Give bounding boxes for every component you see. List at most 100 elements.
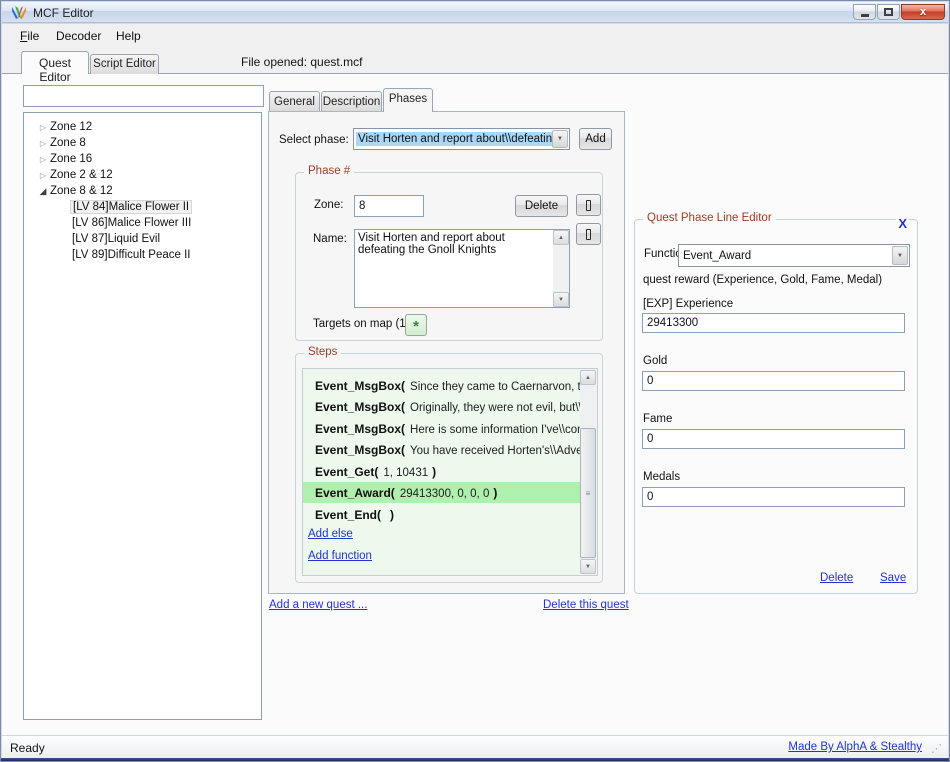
- window-title: MCF Editor: [33, 6, 94, 20]
- resize-grip-icon[interactable]: ⋰: [931, 742, 945, 756]
- close-button[interactable]: x: [901, 4, 945, 20]
- menu-file[interactable]: File: [14, 27, 45, 45]
- tree-item-quest[interactable]: [LV 87]Liquid Evil: [24, 231, 261, 247]
- chevron-down-icon[interactable]: ▼: [892, 246, 908, 265]
- scroll-up-icon[interactable]: ▲: [553, 230, 569, 245]
- steps-group: Steps Event_MsgBox(Since they came to Ca…: [295, 353, 603, 583]
- phase-move-down-button[interactable]: [576, 223, 601, 245]
- line-editor-title: Quest Phase Line Editor: [643, 212, 776, 224]
- experience-label: [EXP] Experience: [643, 298, 733, 310]
- medals-input[interactable]: [642, 487, 905, 507]
- tree-item-zone-2-12[interactable]: ▷Zone 2 & 12: [24, 167, 261, 183]
- quest-phase-line-editor: Quest Phase Line Editor X Function: Even…: [634, 219, 918, 594]
- experience-input[interactable]: [642, 313, 905, 333]
- phases-page: Select phase: Visit Horten and report ab…: [268, 111, 625, 594]
- tree-item-zone-8[interactable]: ▷Zone 8: [24, 135, 261, 151]
- tab-description[interactable]: Description: [321, 91, 382, 112]
- gold-input[interactable]: [642, 371, 905, 391]
- line-delete-link[interactable]: Delete: [820, 572, 853, 584]
- status-text: Ready: [10, 741, 45, 755]
- chevron-right-icon[interactable]: ▷: [38, 171, 48, 180]
- steps-group-title: Steps: [304, 346, 341, 358]
- targets-on-map-label: Targets on map (1): [313, 318, 410, 330]
- step-row[interactable]: Event_End(): [303, 504, 582, 525]
- add-new-quest-link[interactable]: Add a new quest ...: [269, 599, 367, 611]
- zone-input[interactable]: [354, 195, 424, 217]
- zone-label: Zone:: [314, 199, 343, 211]
- function-description: quest reward (Experience, Gold, Fame, Me…: [643, 274, 882, 286]
- add-else-link[interactable]: Add else: [308, 528, 353, 540]
- step-row-selected[interactable]: Event_Award(29413300, 0, 0, 0): [303, 482, 582, 503]
- function-combobox[interactable]: Event_Award ▼: [678, 244, 910, 267]
- step-row[interactable]: Event_MsgBox(Here is some information I'…: [303, 418, 582, 439]
- close-panel-icon[interactable]: X: [896, 216, 909, 231]
- delete-phase-button[interactable]: Delete: [515, 195, 568, 217]
- scroll-down-icon[interactable]: ▼: [580, 559, 596, 574]
- statusbar: Ready Made By AlphA & Stealthy ⋰: [2, 735, 948, 758]
- app-window: MCF Editor x File Decoder Help Quest Edi…: [0, 0, 950, 762]
- fame-label: Fame: [643, 413, 672, 425]
- phase-select-combobox[interactable]: Visit Horten and report about\\defeating…: [353, 128, 570, 150]
- function-value: Event_Award: [681, 249, 753, 263]
- scrollbar-thumb[interactable]: ≡: [580, 428, 596, 558]
- step-row[interactable]: Event_MsgBox(You have received Horten's\…: [303, 439, 582, 460]
- window-bottom-border: [1, 758, 949, 761]
- tab-script-editor[interactable]: Script Editor: [90, 54, 159, 74]
- tab-quest-editor[interactable]: Quest Editor: [21, 51, 89, 74]
- add-function-link[interactable]: Add function: [308, 550, 372, 562]
- chevron-right-icon[interactable]: ▷: [38, 123, 48, 132]
- minimize-button[interactable]: [853, 4, 876, 20]
- step-row[interactable]: Event_MsgBox(Since they came to Caernarv…: [303, 375, 582, 396]
- minimize-icon: [861, 14, 869, 17]
- chevron-expanded-icon[interactable]: ◢: [38, 186, 48, 197]
- maximize-button[interactable]: [877, 4, 900, 20]
- fame-input[interactable]: [642, 429, 905, 449]
- tab-phases[interactable]: Phases: [383, 88, 433, 112]
- quest-tree: ▷Zone 12 ▷Zone 8 ▷Zone 16 ▷Zone 2 & 12 ◢…: [23, 112, 262, 720]
- select-phase-label: Select phase:: [279, 134, 349, 146]
- scroll-down-icon[interactable]: ▼: [553, 292, 569, 307]
- phase-name-box: Visit Horten and report about defeating …: [354, 229, 570, 308]
- phase-group-title: Phase #: [304, 165, 354, 177]
- menubar: File Decoder Help: [2, 24, 948, 47]
- chevron-right-icon[interactable]: ▷: [38, 139, 48, 148]
- step-row[interactable]: Event_Get(1, 10431): [303, 461, 582, 482]
- credits-link[interactable]: Made By AlphA & Stealthy: [788, 741, 922, 753]
- delete-this-quest-link[interactable]: Delete this quest: [543, 599, 629, 611]
- step-row[interactable]: Event_MsgBox(Originally, they were not e…: [303, 396, 582, 417]
- scroll-up-icon[interactable]: ▲: [580, 370, 596, 385]
- phase-move-up-button[interactable]: [576, 194, 601, 216]
- tree-item-quest[interactable]: [LV 86]Malice Flower III: [24, 215, 261, 231]
- file-opened-text: File opened: quest.mcf: [241, 55, 362, 69]
- tree-item-zone-8-12[interactable]: ◢Zone 8 & 12: [24, 183, 261, 199]
- tree-item-zone-16[interactable]: ▷Zone 16: [24, 151, 261, 167]
- tab-general[interactable]: General: [269, 91, 320, 112]
- tree-item-quest[interactable]: [LV 89]Difficult Peace II: [24, 247, 261, 263]
- steps-scrollbar[interactable]: ▲ ≡ ▼: [580, 370, 596, 574]
- tree-item-zone-12[interactable]: ▷Zone 12: [24, 119, 261, 135]
- name-scrollbar[interactable]: ▲ ▼: [553, 230, 569, 307]
- phase-name-input[interactable]: Visit Horten and report about defeating …: [355, 230, 553, 307]
- phase-group: Phase # Zone: Delete Name: Visit Horten …: [295, 172, 603, 341]
- phase-select-value: Visit Horten and report about\\defeating: [356, 132, 561, 146]
- chevron-right-icon[interactable]: ▷: [38, 155, 48, 164]
- titlebar: MCF Editor x: [2, 2, 948, 23]
- search-input[interactable]: [23, 85, 264, 107]
- bar-icon: [586, 229, 591, 240]
- targets-map-button[interactable]: *: [405, 314, 427, 336]
- gold-label: Gold: [643, 355, 667, 367]
- maximize-icon: [884, 8, 893, 16]
- chevron-down-icon[interactable]: ▼: [552, 130, 568, 148]
- line-save-link[interactable]: Save: [880, 572, 906, 584]
- medals-label: Medals: [643, 471, 680, 483]
- close-icon: x: [920, 7, 926, 18]
- steps-list: Event_MsgBox(Since they came to Caernarv…: [302, 368, 598, 576]
- add-phase-button[interactable]: Add: [579, 128, 612, 150]
- app-icon: [11, 5, 27, 21]
- menu-help[interactable]: Help: [110, 27, 147, 45]
- tree-item-quest[interactable]: [LV 84]Malice Flower II: [24, 199, 261, 215]
- menu-decoder[interactable]: Decoder: [50, 27, 107, 45]
- bar-icon: [586, 200, 591, 211]
- map-target-icon: *: [413, 322, 419, 332]
- name-label: Name:: [313, 233, 347, 245]
